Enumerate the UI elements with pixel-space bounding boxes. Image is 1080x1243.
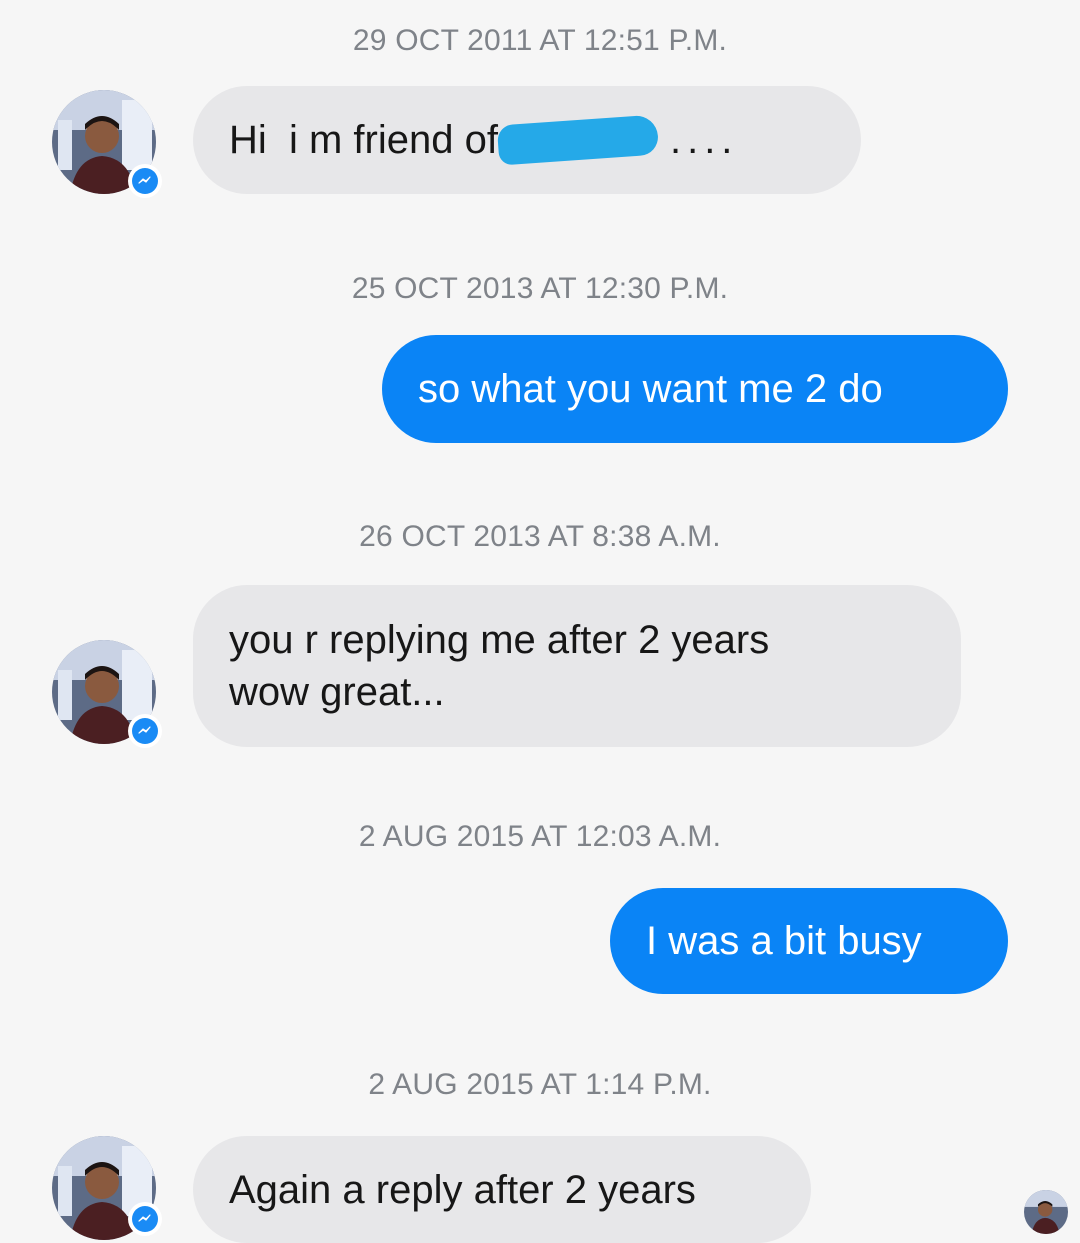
message-thread[interactable]: 29 OCT 2011 AT 12:51 P.M. Hi i m friend … (0, 0, 1080, 1243)
incoming-message-bubble[interactable]: Again a reply after 2 years (193, 1136, 811, 1243)
contact-avatar[interactable] (52, 640, 162, 748)
message-text: I was a bit busy (646, 919, 922, 963)
message-text: so what you want me 2 do (418, 367, 883, 411)
messenger-badge-icon (132, 1206, 158, 1232)
contact-avatar[interactable] (52, 1136, 162, 1240)
messenger-badge (128, 714, 162, 748)
messenger-badge (128, 1202, 162, 1236)
contact-avatar[interactable] (52, 90, 162, 198)
timestamp: 29 OCT 2011 AT 12:51 P.M. (352, 24, 728, 57)
incoming-message-bubble[interactable]: Hi i m friend of.... (193, 86, 861, 194)
timestamp: 26 OCT 2013 AT 8:38 A.M. (359, 520, 721, 553)
incoming-message-bubble[interactable]: you r replying me after 2 years wow grea… (193, 585, 961, 747)
messenger-badge-icon (132, 718, 158, 744)
outgoing-message-bubble[interactable]: so what you want me 2 do (382, 335, 1008, 443)
message-text-line-2: wow great... (229, 670, 445, 714)
messenger-badge-icon (132, 168, 158, 194)
timestamp: 25 OCT 2013 AT 12:30 P.M. (351, 272, 729, 305)
outgoing-message-bubble[interactable]: I was a bit busy (610, 888, 1008, 994)
messenger-badge (128, 164, 162, 198)
timestamp: 2 AUG 2015 AT 12:03 A.M. (358, 820, 722, 853)
message-text: Again a reply after 2 years (229, 1167, 696, 1212)
message-text-line-1: you r replying me after 2 years (229, 618, 770, 662)
redaction-scribble (496, 114, 660, 166)
message-text: Hi i m friend of (229, 118, 498, 162)
seen-avatar-icon (1024, 1190, 1068, 1234)
timestamp: 2 AUG 2015 AT 1:14 P.M. (368, 1068, 712, 1101)
message-text-suffix: .... (669, 118, 739, 162)
